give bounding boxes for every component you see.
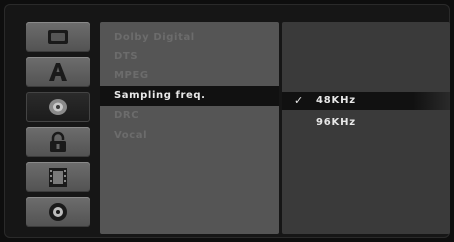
language-icon <box>49 63 67 81</box>
option-96khz[interactable]: 96KHz <box>282 114 450 132</box>
disc-setup-icon <box>48 30 68 44</box>
audio-category[interactable] <box>26 92 90 122</box>
checkmark-icon: ✓ <box>294 94 305 107</box>
dvd-setup-window: Dolby Digital DTS MPEG Sampling freq. DR… <box>4 4 450 238</box>
option-label: 48KHz <box>316 95 356 106</box>
option-48khz[interactable]: ✓ 48KHz <box>282 92 450 110</box>
audio-settings-menu: Dolby Digital DTS MPEG Sampling freq. DR… <box>100 22 279 234</box>
option-label: 96KHz <box>316 117 356 128</box>
menu-item-vocal[interactable]: Vocal <box>100 126 279 146</box>
menu-item-mpeg[interactable]: MPEG <box>100 66 279 86</box>
disc-setup-category[interactable] <box>26 22 90 52</box>
menu-item-sampling-freq[interactable]: Sampling freq. <box>100 86 279 106</box>
disc-icon <box>49 203 67 221</box>
film-icon <box>49 168 67 187</box>
menu-item-dts[interactable]: DTS <box>100 47 279 67</box>
setup-category-column <box>26 22 90 232</box>
disc-category[interactable] <box>26 197 90 227</box>
lock-category[interactable] <box>26 127 90 157</box>
menu-item-dolby-digital[interactable]: Dolby Digital <box>100 28 279 48</box>
lock-icon <box>50 131 66 152</box>
film-category[interactable] <box>26 162 90 192</box>
menu-item-drc[interactable]: DRC <box>100 106 279 126</box>
language-category[interactable] <box>26 57 90 87</box>
audio-icon <box>49 99 67 115</box>
sampling-freq-options: ✓ 48KHz 96KHz <box>282 22 450 234</box>
